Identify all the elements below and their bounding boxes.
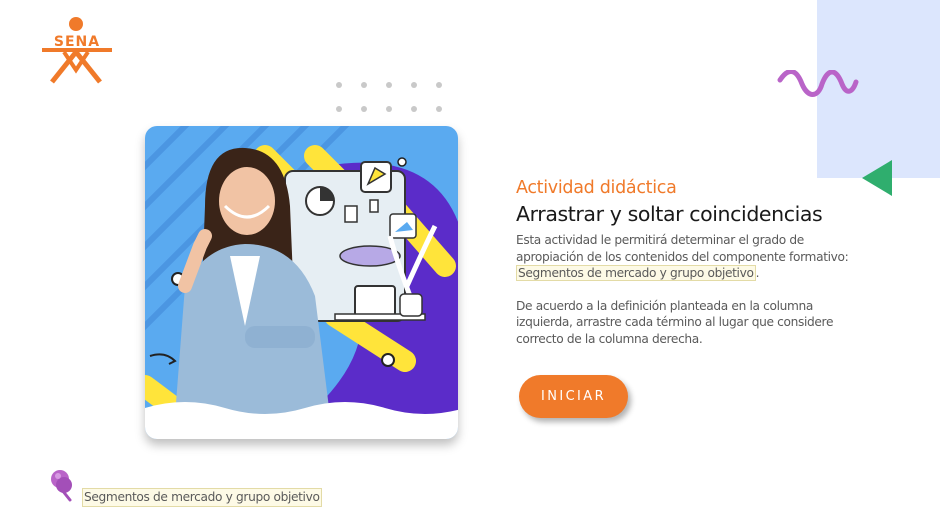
sena-logo: SENA <box>40 16 114 86</box>
activity-intro: Actividad didáctica Arrastrar y soltar c… <box>516 178 856 348</box>
activity-instructions: De acuerdo a la definición planteada en … <box>516 298 834 346</box>
activity-title: Arrastrar y soltar coincidencias <box>516 202 823 226</box>
footer-topic: Segmentos de mercado y grupo objetivo <box>82 488 322 507</box>
description-end: . <box>755 266 760 281</box>
pin-icon <box>48 468 76 502</box>
activity-illustration <box>145 126 458 439</box>
squiggle-decoration <box>776 69 860 102</box>
description-text: Esta actividad le permitirá determinar e… <box>516 233 849 264</box>
triangle-decoration <box>860 158 896 198</box>
start-button[interactable]: INICIAR <box>519 375 628 418</box>
component-highlight: Segmentos de mercado y grupo objetivo <box>516 265 756 282</box>
dot-grid-decoration <box>330 78 450 118</box>
activity-kicker: Actividad didáctica <box>516 178 677 198</box>
activity-description: Esta actividad le permitirá determinar e… <box>516 232 856 282</box>
logo-text: SENA <box>54 34 100 50</box>
